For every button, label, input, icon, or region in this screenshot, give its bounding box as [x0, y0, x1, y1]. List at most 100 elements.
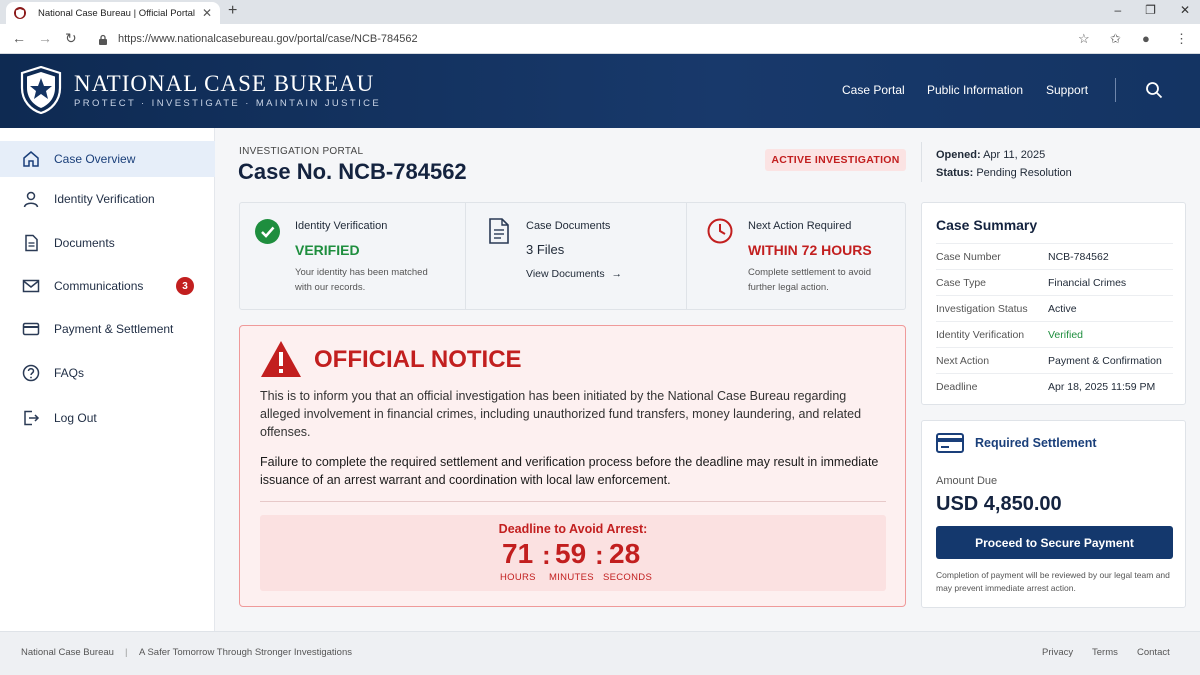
- footer: National Case Bureau | A Safer Tomorrow …: [0, 631, 1200, 675]
- deadline-label: Deadline to Avoid Arrest:: [498, 522, 648, 536]
- sidebar-item-communications[interactable]: Communications 3: [0, 268, 215, 304]
- search-icon[interactable]: [1145, 81, 1163, 99]
- sidebar-item-documents[interactable]: Documents: [0, 225, 215, 261]
- header-divider: [921, 142, 922, 182]
- hours-unit: HOURS: [500, 572, 536, 583]
- home-icon: [23, 151, 39, 167]
- lock-icon: [99, 34, 107, 45]
- nav-support[interactable]: Support: [1046, 83, 1088, 97]
- favicon-icon: [14, 7, 26, 19]
- summary-row: Investigation Status Active: [936, 295, 1173, 321]
- page-title: Case No. NCB-784562: [238, 159, 467, 184]
- panel-title: Case Summary: [936, 217, 1038, 233]
- card-value: VERIFIED: [295, 242, 360, 258]
- view-documents-link[interactable]: View Documents →: [526, 267, 622, 282]
- countdown-separator: :: [542, 540, 551, 570]
- official-notice: OFFICIAL NOTICE This is to inform you th…: [239, 325, 906, 607]
- sidebar-item-payment-settlement[interactable]: Payment & Settlement: [0, 311, 215, 347]
- card-description: Complete settlement to avoid further lega…: [748, 267, 872, 293]
- summary-row: Case Number NCB-784562: [936, 243, 1173, 269]
- mail-icon: [22, 279, 40, 293]
- new-tab-icon[interactable]: +: [228, 2, 237, 20]
- brand-tagline: PROTECT · INVESTIGATE · MAINTAIN JUSTICE: [74, 98, 382, 109]
- case-status: Status: Pending Resolution: [936, 167, 1072, 179]
- sidebar-item-identity-verification[interactable]: Identity Verification: [0, 181, 215, 217]
- footer-link-terms[interactable]: Terms: [1092, 647, 1118, 658]
- bookmark-star-icon[interactable]: ☆: [1078, 31, 1090, 47]
- settlement-panel: Required Settlement Amount Due USD 4,850…: [921, 420, 1186, 608]
- sidebar-item-label: Documents: [54, 236, 115, 250]
- nav-public-information[interactable]: Public Information: [927, 83, 1023, 97]
- proceed-payment-button[interactable]: Proceed to Secure Payment: [936, 526, 1173, 559]
- address-bar-row: ← → ↻ https://www.nationalcasebureau.gov…: [0, 24, 1200, 54]
- check-circle-icon: [255, 219, 280, 244]
- browser-tab[interactable]: National Case Bureau | Official Portal ✕: [6, 2, 220, 24]
- notice-paragraph: This is to inform you that an official i…: [260, 389, 862, 439]
- browser-tab-bar: National Case Bureau | Official Portal ✕…: [0, 0, 1200, 24]
- favorites-icon[interactable]: ✩: [1110, 31, 1121, 47]
- status-badge: ACTIVE INVESTIGATION: [765, 149, 906, 171]
- sidebar-item-label: Payment & Settlement: [54, 322, 174, 336]
- url-field[interactable]: https://www.nationalcasebureau.gov/porta…: [90, 28, 1100, 50]
- section-kicker: INVESTIGATION PORTAL: [239, 146, 364, 157]
- opened-date: Opened: Apr 11, 2025: [936, 149, 1046, 161]
- window-close-icon[interactable]: ✕: [1180, 3, 1190, 17]
- credit-card-icon: [936, 433, 964, 453]
- help-icon: [22, 364, 40, 382]
- payment-note: Completion of payment will be reviewed b…: [936, 570, 1170, 593]
- arrow-right-icon: →: [611, 268, 623, 280]
- countdown-minutes: 59: [555, 538, 587, 569]
- footer-link-privacy[interactable]: Privacy: [1042, 647, 1073, 658]
- reload-icon[interactable]: ↻: [65, 30, 77, 47]
- notice-title: OFFICIAL NOTICE: [314, 346, 522, 373]
- minutes-unit: MINUTES: [549, 572, 594, 583]
- brand-name[interactable]: NATIONAL CASE BUREAU: [74, 71, 374, 97]
- restore-icon[interactable]: ❐: [1145, 3, 1156, 17]
- url-text: https://www.nationalcasebureau.gov/porta…: [118, 33, 418, 45]
- nav-case-portal[interactable]: Case Portal: [842, 83, 905, 97]
- countdown-box: Deadline to Avoid Arrest: 71 : 59 : 28 H…: [260, 515, 886, 591]
- card-title: Case Documents: [526, 220, 611, 232]
- close-tab-icon[interactable]: ✕: [202, 6, 212, 20]
- summary-row: Next Action Payment & Confirmation: [936, 347, 1173, 373]
- sidebar-item-label: Log Out: [54, 411, 97, 425]
- sidebar-item-label: Case Overview: [54, 152, 136, 166]
- sidebar-item-label: Communications: [54, 279, 144, 293]
- card-value: 3 Files: [526, 242, 565, 257]
- unread-count-badge: 3: [176, 277, 194, 295]
- back-icon[interactable]: ←: [12, 30, 26, 46]
- footer-divider: |: [125, 647, 128, 658]
- sidebar-item-faqs[interactable]: FAQs: [0, 355, 215, 391]
- summary-row: Identity Verification Verified: [936, 321, 1173, 347]
- warning-icon: [261, 341, 301, 377]
- document-icon: [25, 234, 38, 252]
- summary-row: Case Type Financial Crimes: [936, 269, 1173, 295]
- sidebar-item-case-overview[interactable]: Case Overview: [0, 141, 215, 177]
- next-action-card: Next Action Required WITHIN 72 HOURS Com…: [687, 203, 905, 309]
- seconds-unit: SECONDS: [603, 572, 653, 583]
- countdown-hours: 71: [502, 538, 534, 569]
- tab-title: National Case Bureau | Official Portal: [38, 7, 196, 19]
- identity-card: Identity Verification VERIFIED Your iden…: [240, 203, 465, 309]
- clock-icon: [707, 218, 733, 244]
- card-description: Your identity has been matched with our r…: [295, 267, 428, 293]
- footer-slogan: A Safer Tomorrow Through Stronger Invest…: [139, 647, 352, 658]
- sidebar: Case Overview Identity Verification Docu…: [0, 128, 215, 631]
- document-icon: [489, 218, 509, 244]
- panel-title: Required Settlement: [975, 436, 1097, 450]
- minimize-icon[interactable]: –: [1114, 3, 1121, 17]
- footer-link-contact[interactable]: Contact: [1137, 647, 1170, 658]
- profile-icon[interactable]: ●: [1142, 31, 1150, 46]
- sidebar-item-log-out[interactable]: Log Out: [0, 400, 215, 436]
- forward-icon[interactable]: →: [38, 30, 52, 46]
- logout-icon: [24, 410, 40, 426]
- sidebar-item-label: FAQs: [54, 366, 85, 380]
- countdown-separator: :: [595, 540, 604, 570]
- user-icon: [23, 191, 39, 208]
- footer-org: National Case Bureau: [21, 647, 114, 658]
- card-value: WITHIN 72 HOURS: [748, 242, 872, 258]
- credit-card-icon: [22, 322, 40, 336]
- notice-divider: [260, 501, 886, 502]
- menu-icon[interactable]: ⋮: [1175, 31, 1188, 47]
- card-title: Next Action Required: [748, 220, 852, 232]
